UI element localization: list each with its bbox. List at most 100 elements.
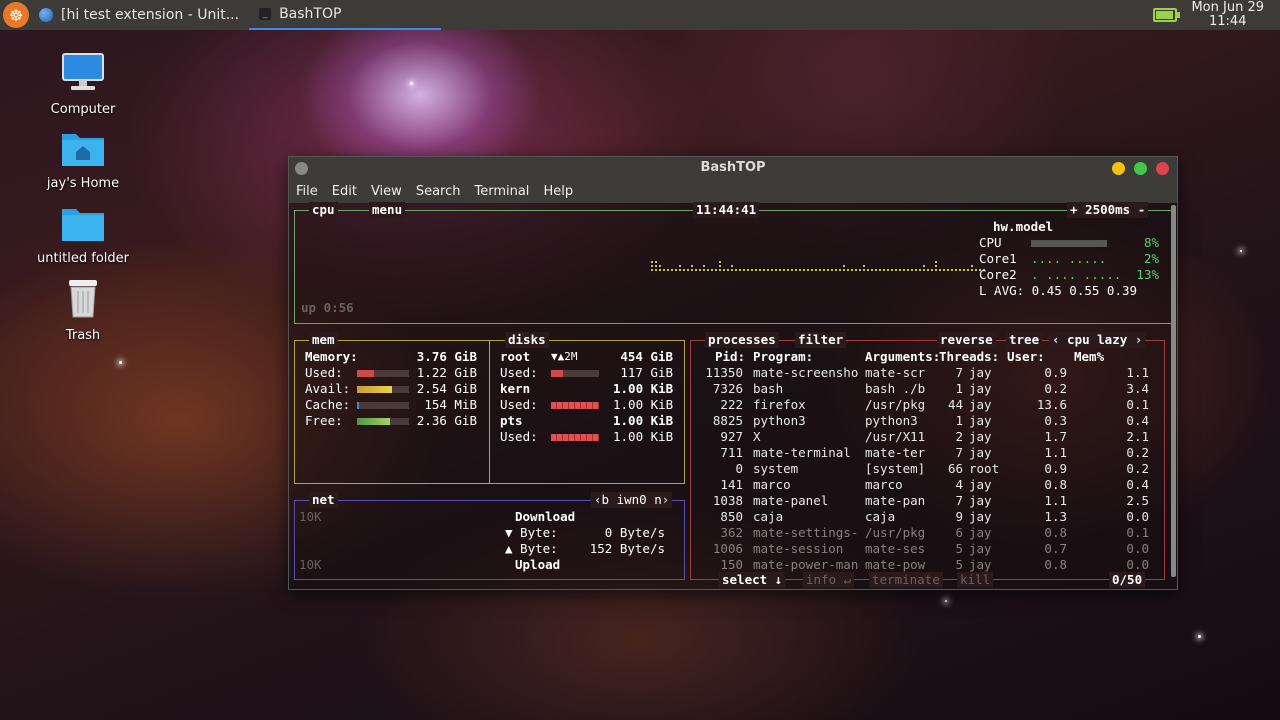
- cpu-graph-dot: [971, 269, 973, 271]
- proc-row[interactable]: 927 X/usr/X11 2 jay 1.7 2.1: [691, 429, 1164, 445]
- top-panel: ☸ [hi test extension - Unit... _ BashTOP…: [0, 0, 1280, 30]
- terminal-content[interactable]: cpu menu 11:44:41 + 2500ms - hw.model up…: [289, 202, 1177, 589]
- proc-args: bash ./b: [865, 381, 926, 396]
- terminal-menubar: File Edit View Search Terminal Help: [289, 179, 1177, 203]
- menu-file[interactable]: File: [289, 184, 325, 199]
- cpu-graph-dot: [859, 269, 861, 271]
- select-button[interactable]: select ↓: [719, 572, 786, 588]
- core2-name: Core2: [979, 267, 1017, 282]
- proc-mem: 0.8: [1044, 557, 1067, 572]
- proc-program: bash: [753, 381, 784, 396]
- proc-mem: 0.7: [1044, 541, 1067, 556]
- proc-label: processes: [705, 332, 779, 348]
- cpu-graph-dot: [855, 269, 857, 271]
- reverse-button[interactable]: reverse: [937, 332, 996, 348]
- cpu-graph-dot: [731, 265, 733, 267]
- close-icon[interactable]: [1156, 162, 1169, 175]
- proc-pid: 1038: [712, 493, 743, 508]
- proc-cpu: 1.1: [1126, 365, 1149, 380]
- cpu-graph-dot: [739, 269, 741, 271]
- col-program[interactable]: Program:: [753, 349, 813, 365]
- window-menu-icon[interactable]: [295, 162, 308, 175]
- star: [1240, 250, 1242, 252]
- net-interface[interactable]: ‹b iwn0 n›: [591, 492, 673, 508]
- desktop-icon-untitled-folder[interactable]: untitled folder: [28, 203, 138, 266]
- minimize-icon[interactable]: [1112, 162, 1125, 175]
- cpu-graph-dot: [691, 269, 693, 271]
- proc-user: root: [969, 461, 1000, 476]
- disk-pts-name: pts: [500, 413, 523, 428]
- cpu-graph-dot: [847, 269, 849, 271]
- terminal-icon: _: [259, 8, 272, 20]
- window-titlebar[interactable]: BashTOP: [289, 157, 1177, 179]
- cpu-graph-dot: [791, 269, 793, 271]
- proc-header: Pid: Program: Arguments: Threads: User: …: [691, 349, 1164, 365]
- desktop-icon-computer[interactable]: Computer: [28, 50, 138, 117]
- proc-threads: 66: [947, 461, 963, 476]
- col-user[interactable]: User:: [1007, 349, 1045, 365]
- info-button[interactable]: info ↵: [803, 572, 855, 588]
- proc-args: [system]: [865, 461, 926, 476]
- menu-help[interactable]: Help: [536, 184, 580, 199]
- cpu-graph-dot: [955, 269, 957, 271]
- proc-row[interactable]: 362 mate-settings- /usr/pkg 6 jay 0.8 0.1: [691, 525, 1164, 541]
- menu-edit[interactable]: Edit: [325, 184, 364, 199]
- proc-args: python3: [865, 413, 918, 428]
- proc-row[interactable]: 1038 mate-panel mate-pan 7 jay 1.1 2.5: [691, 493, 1164, 509]
- cpu-graph-dot: [971, 265, 973, 267]
- battery-icon[interactable]: [1153, 8, 1181, 22]
- proc-row[interactable]: 850 caja caja 9 jay 1.3 0.0: [691, 509, 1164, 525]
- cpu-graph-dot: [947, 269, 949, 271]
- taskbar-button-bashtop[interactable]: _ BashTOP: [249, 0, 442, 30]
- net-download-title: Download: [515, 509, 576, 524]
- desktop-icon-home[interactable]: jay's Home: [28, 128, 138, 191]
- proc-args: mate-ses: [865, 541, 926, 556]
- proc-args: mate-scr: [865, 365, 926, 380]
- menu-search[interactable]: Search: [409, 184, 468, 199]
- main-menu-logo-icon[interactable]: ☸: [3, 2, 29, 28]
- proc-program: mate-panel: [753, 493, 829, 508]
- cpu-graph-dot: [683, 269, 685, 271]
- sort-selector[interactable]: ‹ cpu lazy ›: [1049, 332, 1146, 348]
- core1-pct: 2%: [1143, 251, 1159, 266]
- proc-row[interactable]: 7326 bash bash ./b 1 jay 0.2 3.4: [691, 381, 1164, 397]
- cpu-graph-dot: [939, 269, 941, 271]
- filter-button[interactable]: filter: [795, 332, 847, 348]
- kill-button[interactable]: kill: [957, 572, 994, 588]
- terminate-button[interactable]: terminate: [869, 572, 943, 588]
- cpu-graph-dot: [695, 269, 697, 271]
- proc-row[interactable]: 711 mate-terminal mate-ter 7 jay 1.1 0.2: [691, 445, 1164, 461]
- proc-row[interactable]: 1006 mate-session mate-ses 5 jay 0.7 0.0: [691, 541, 1164, 557]
- proc-row[interactable]: 11350 mate-screensho mate-scr 7 jay 0.9 1.1: [691, 365, 1164, 381]
- clock[interactable]: Mon Jun 29 11:44: [1191, 1, 1280, 29]
- update-interval[interactable]: + 2500ms -: [1067, 202, 1149, 218]
- menu-label[interactable]: menu: [369, 202, 406, 218]
- cpu-graph-dot: [719, 265, 721, 267]
- taskbar-button-unity[interactable]: [hi test extension - Unit...: [29, 0, 249, 30]
- terminal-scrollbar[interactable]: [1171, 205, 1176, 577]
- core1-graph: .... .....: [1031, 251, 1107, 266]
- proc-row[interactable]: 141 marco marco 4 jay 0.8 0.4: [691, 477, 1164, 493]
- cpu-graph-dot: [959, 269, 961, 271]
- desktop-icon-label: Computer: [50, 102, 116, 117]
- maximize-icon[interactable]: [1134, 162, 1147, 175]
- col-threads[interactable]: Threads:: [939, 349, 999, 365]
- col-arguments[interactable]: Arguments:: [865, 349, 940, 365]
- menu-view[interactable]: View: [364, 184, 409, 199]
- proc-row[interactable]: 150 mate-power-man mate-pow 5 jay 0.8 0.0: [691, 557, 1164, 573]
- load-average: L AVG: 0.45 0.55 0.39: [979, 283, 1138, 298]
- col-mem[interactable]: Mem%: [1074, 349, 1104, 365]
- cpu-graph-dot: [743, 269, 745, 271]
- proc-row[interactable]: 222 firefox/usr/pkg 44 jay 13.6 0.1: [691, 397, 1164, 413]
- cpu-graph-dot: [851, 269, 853, 271]
- menu-terminal[interactable]: Terminal: [467, 184, 536, 199]
- desktop-icon-trash[interactable]: Trash: [28, 278, 138, 343]
- proc-row[interactable]: 8825 python3 python3 1 jay 0.3 0.4: [691, 413, 1164, 429]
- disk-kern-meter: [551, 402, 599, 409]
- col-pid[interactable]: Pid:: [715, 349, 745, 365]
- proc-row[interactable]: 0 system [system] 66 root 0.9 0.2: [691, 461, 1164, 477]
- proc-mem: 13.6: [1036, 397, 1067, 412]
- cpu-graph-dot: [835, 269, 837, 271]
- disks-label: disks: [505, 332, 549, 348]
- tree-button[interactable]: tree: [1006, 332, 1043, 348]
